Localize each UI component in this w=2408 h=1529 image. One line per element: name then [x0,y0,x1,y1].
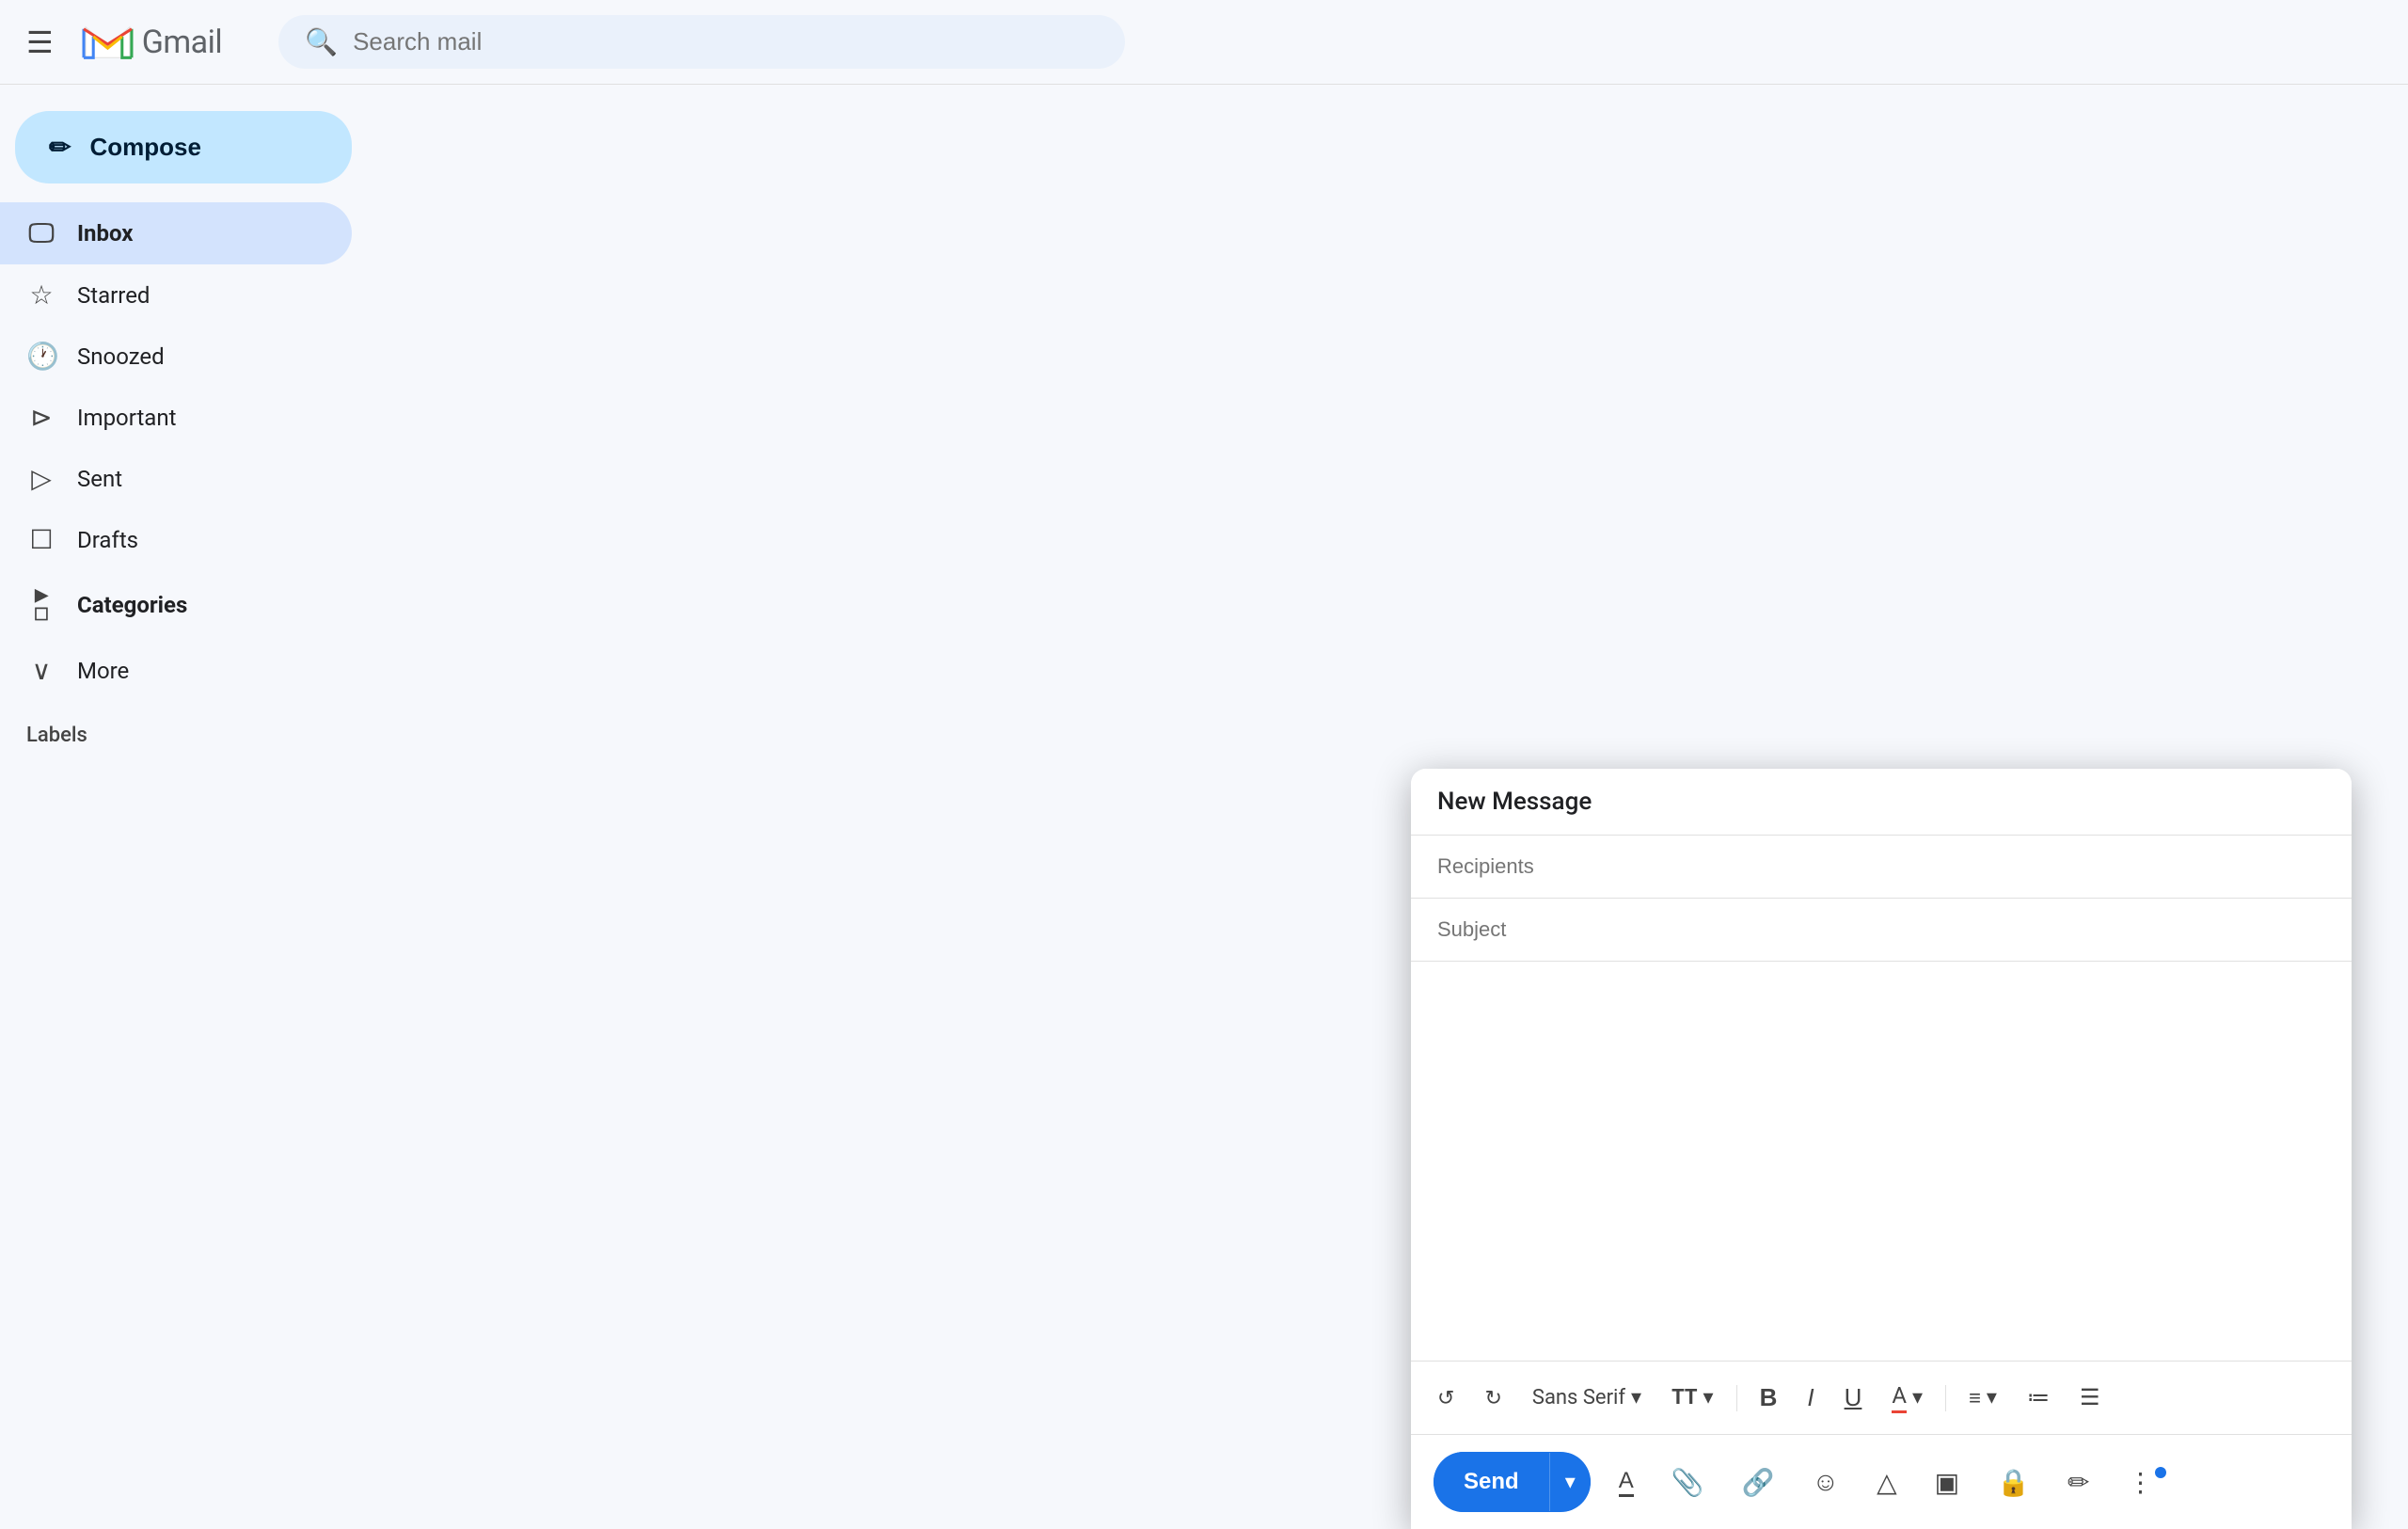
paperclip-icon: 📎 [1671,1467,1704,1498]
font-color-dropdown-icon: ▾ [1912,1386,1923,1410]
menu-icon[interactable]: ☰ [26,24,54,60]
font-dropdown-icon: ▾ [1631,1386,1641,1410]
sent-icon: ▷ [26,463,56,494]
gmail-logo: Gmail [82,22,223,63]
recipients-field[interactable] [1411,836,2352,899]
gmail-wordmark: Gmail [142,24,223,61]
sidebar-item-categories[interactable]: ▶ ☐ Categories [0,570,352,640]
drafts-label: Drafts [77,527,138,553]
drive-icon: △ [1877,1467,1897,1498]
font-size-selector[interactable]: TT ▾ [1664,1380,1720,1415]
clock-icon: 🕐 [26,341,56,372]
labels-heading: Labels [26,724,87,747]
star-icon: ☆ [26,279,56,311]
align-icon: ≡ [1969,1386,1981,1410]
more-options-button[interactable]: ⋮ [2117,1459,2174,1505]
font-name: Sans Serif [1532,1386,1625,1410]
bold-button[interactable]: B [1752,1378,1785,1418]
sent-label: Sent [77,466,122,492]
insert-signature-button[interactable]: ✏ [2058,1459,2099,1505]
sidebar-item-snoozed[interactable]: 🕐 Snoozed [0,326,352,387]
formatting-toolbar: ↺ ↻ Sans Serif ▾ TT ▾ B I U A ▾ [1411,1361,2352,1434]
attach-file-button[interactable]: 📎 [1662,1459,1714,1505]
snoozed-label: Snoozed [77,343,165,370]
compose-body[interactable] [1411,962,2352,1361]
sidebar-item-more[interactable]: ∨ More [0,640,352,701]
italic-button[interactable]: I [1799,1378,1821,1418]
sidebar-item-sent[interactable]: ▷ Sent [0,448,352,509]
formatting-options-button[interactable]: A [1609,1460,1643,1505]
notification-dot [2155,1467,2166,1478]
main-content: New Message ↺ ↻ Sans Serif ▾ [367,85,2408,1529]
recipients-input[interactable] [1437,854,2325,879]
font-size-dropdown-icon: ▾ [1703,1386,1714,1410]
search-input[interactable] [353,27,1099,56]
compose-label: Compose [89,133,200,162]
compose-window-header: New Message [1411,769,2352,836]
inbox-label: Inbox [77,220,133,247]
categories-label: Categories [77,592,187,618]
send-button-group: Send ▾ [1434,1452,1591,1512]
toolbar-separator-2 [1945,1385,1946,1411]
subject-field[interactable] [1411,899,2352,962]
bullet-list-button[interactable]: ☰ [2072,1378,2108,1417]
drafts-icon: ☐ [26,524,56,555]
more-icon: ⋮ [2127,1467,2153,1498]
align-dropdown-icon: ▾ [1987,1386,1997,1410]
main-layout: ✏ Compose 🖵 Inbox ☆ Starred 🕐 Snoozed ⊳ … [0,85,2408,1529]
redo-button[interactable]: ↻ [1477,1380,1509,1416]
important-label: Important [77,405,176,431]
send-dropdown-chevron: ▾ [1565,1470,1576,1494]
lock-icon: 🔒 [1997,1467,2030,1498]
toolbar-separator-1 [1736,1385,1737,1411]
subject-input[interactable] [1437,917,2325,942]
chevron-down-icon: ∨ [26,655,56,686]
font-color-label: A [1892,1382,1907,1413]
link-icon: 🔗 [1742,1467,1775,1498]
compose-title: New Message [1437,788,1592,816]
pencil-icon: ✏ [49,132,71,163]
inbox-icon: 🖵 [26,217,56,249]
compose-button[interactable]: ✏ Compose [15,111,352,183]
body-textarea[interactable] [1437,980,2325,1338]
align-selector[interactable]: ≡ ▾ [1961,1380,2004,1416]
sidebar: ✏ Compose 🖵 Inbox ☆ Starred 🕐 Snoozed ⊳ … [0,85,367,1529]
send-button[interactable]: Send [1434,1452,1549,1512]
search-icon: 🔍 [305,26,338,57]
starred-label: Starred [77,282,150,309]
photo-icon: ▣ [1935,1467,1959,1498]
sidebar-item-inbox[interactable]: 🖵 Inbox [0,202,352,264]
undo-button[interactable]: ↺ [1430,1380,1462,1416]
categories-icon: ▶ ☐ [26,585,56,625]
more-label: More [77,658,129,684]
emoji-icon: ☺ [1813,1467,1840,1497]
signature-icon: ✏ [2067,1467,2089,1498]
sidebar-item-important[interactable]: ⊳ Important [0,387,352,448]
app-header: ☰ Gmail 🔍 [0,0,2408,85]
insert-emoji-button[interactable]: ☺ [1803,1459,1849,1505]
search-bar[interactable]: 🔍 [278,15,1125,69]
toggle-confidential-button[interactable]: 🔒 [1988,1459,2039,1505]
sidebar-item-starred[interactable]: ☆ Starred [0,264,352,326]
insert-link-button[interactable]: 🔗 [1733,1459,1784,1505]
labels-section: Labels [0,701,367,755]
important-icon: ⊳ [26,402,56,433]
compose-window: New Message ↺ ↻ Sans Serif ▾ [1411,769,2352,1529]
insert-drive-button[interactable]: △ [1867,1459,1907,1505]
underline-button[interactable]: U [1837,1378,1870,1418]
action-bar: Send ▾ A 📎 🔗 ☺ △ [1411,1434,2352,1529]
font-color-selector[interactable]: A ▾ [1884,1377,1930,1419]
numbered-list-button[interactable]: ≔ [2020,1378,2057,1417]
sidebar-item-drafts[interactable]: ☐ Drafts [0,509,352,570]
send-options-button[interactable]: ▾ [1549,1453,1591,1511]
font-size-label: TT [1671,1386,1697,1410]
text-format-icon: A [1619,1468,1634,1497]
font-selector[interactable]: Sans Serif ▾ [1525,1380,1649,1415]
insert-photo-button[interactable]: ▣ [1925,1459,1969,1505]
